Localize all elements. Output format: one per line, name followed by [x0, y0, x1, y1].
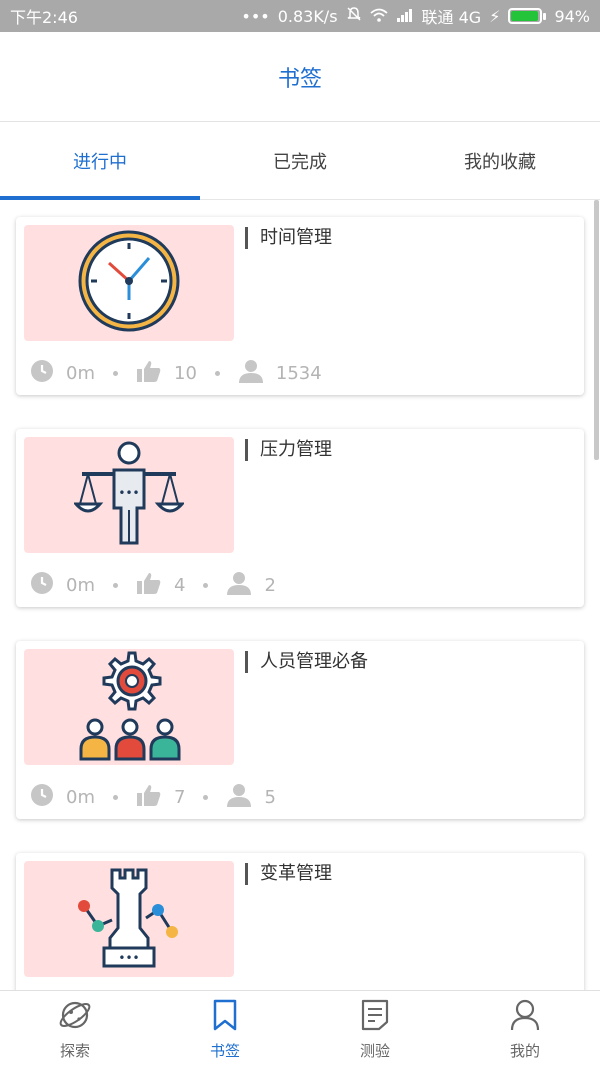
user-small-icon	[238, 359, 264, 388]
nav-bookmarks[interactable]: 书签	[150, 991, 300, 1067]
likes-count: 10	[174, 363, 197, 384]
team-gear-icon	[73, 649, 185, 765]
card-thumbnail: •••	[24, 861, 234, 977]
thumbs-up-icon	[136, 359, 162, 388]
chess-rook-icon: •••	[74, 862, 184, 976]
planet-icon	[58, 998, 92, 1036]
card-title: 时间管理	[245, 227, 332, 249]
bottom-nav: 探索 书签 测验 我的	[0, 990, 600, 1067]
card-title: 人员管理必备	[245, 651, 368, 673]
bookmark-card[interactable]: 时间管理 0m 10 1534	[16, 217, 584, 395]
duration: 0m	[66, 575, 95, 596]
nav-quiz-label: 测验	[359, 1041, 390, 1060]
likes-count: 7	[174, 787, 186, 808]
nav-explore-label: 探索	[59, 1041, 90, 1060]
user-icon	[509, 998, 541, 1036]
bookmark-card[interactable]: ••• 压力管理 0m 4 2	[16, 429, 584, 607]
page-title: 书签	[277, 66, 322, 92]
users-count: 2	[264, 575, 276, 596]
card-meta: 0m 10 1534	[30, 359, 322, 388]
svg-text:•••: •••	[118, 951, 139, 965]
status-bar: 下午2:46 ••• 0.83K/s 联通 4G ⚡ 94%	[0, 0, 600, 32]
nav-profile-label: 我的	[509, 1041, 540, 1060]
scale-person-icon: •••	[72, 438, 186, 552]
card-thumbnail	[24, 225, 234, 341]
clock-small-icon	[30, 783, 54, 812]
clock-small-icon	[30, 571, 54, 600]
users-count: 5	[264, 787, 276, 808]
carrier: 联通 4G	[421, 8, 482, 27]
battery-icon	[508, 8, 547, 24]
card-thumbnail	[24, 649, 234, 765]
nav-bookmarks-label: 书签	[209, 1041, 240, 1060]
bookmark-list[interactable]: 时间管理 0m 10 1534 ••• 压力管理 0m 4 2 人员管理必备 0…	[0, 200, 600, 990]
clock-icon	[76, 228, 182, 338]
duration: 0m	[66, 363, 95, 384]
nav-quiz[interactable]: 测验	[300, 991, 450, 1067]
wifi-icon	[369, 7, 388, 26]
tab-in-progress[interactable]: 进行中	[0, 123, 200, 200]
bookmark-card[interactable]: ••• 变革管理	[16, 853, 584, 990]
clock-small-icon	[30, 359, 54, 388]
app-header: 书签	[0, 32, 600, 122]
thumbs-up-icon	[136, 571, 162, 600]
signal-icon	[396, 7, 414, 26]
charging-icon: ⚡	[489, 6, 501, 26]
likes-count: 4	[174, 575, 186, 596]
more-dots-icon: •••	[241, 6, 270, 26]
card-title: 变革管理	[245, 863, 332, 885]
tab-bar: 进行中 已完成 我的收藏	[0, 123, 600, 200]
users-count: 1534	[275, 363, 322, 384]
bookmark-icon	[212, 998, 238, 1036]
user-small-icon	[226, 571, 252, 600]
svg-text:•••: •••	[118, 486, 139, 500]
scrollbar[interactable]	[594, 200, 599, 460]
nav-explore[interactable]: 探索	[0, 991, 150, 1067]
user-small-icon	[226, 783, 252, 812]
status-time: 下午2:46	[10, 8, 78, 27]
card-meta: 0m 4 2	[30, 571, 276, 600]
nav-profile[interactable]: 我的	[450, 991, 600, 1067]
bookmark-card[interactable]: 人员管理必备 0m 7 5	[16, 641, 584, 819]
mute-bell-icon	[346, 6, 362, 26]
card-meta: 0m 7 5	[30, 783, 276, 812]
network-speed: 0.83K/s	[277, 6, 338, 26]
tab-favorites[interactable]: 我的收藏	[400, 123, 600, 199]
card-title: 压力管理	[245, 439, 332, 461]
card-thumbnail: •••	[24, 437, 234, 553]
thumbs-up-icon	[136, 783, 162, 812]
duration: 0m	[66, 787, 95, 808]
battery-percent: 94%	[554, 6, 590, 26]
note-icon	[360, 998, 390, 1036]
status-icons: ••• 0.83K/s 联通 4G ⚡ 94%	[241, 4, 590, 28]
tab-completed[interactable]: 已完成	[200, 123, 400, 199]
